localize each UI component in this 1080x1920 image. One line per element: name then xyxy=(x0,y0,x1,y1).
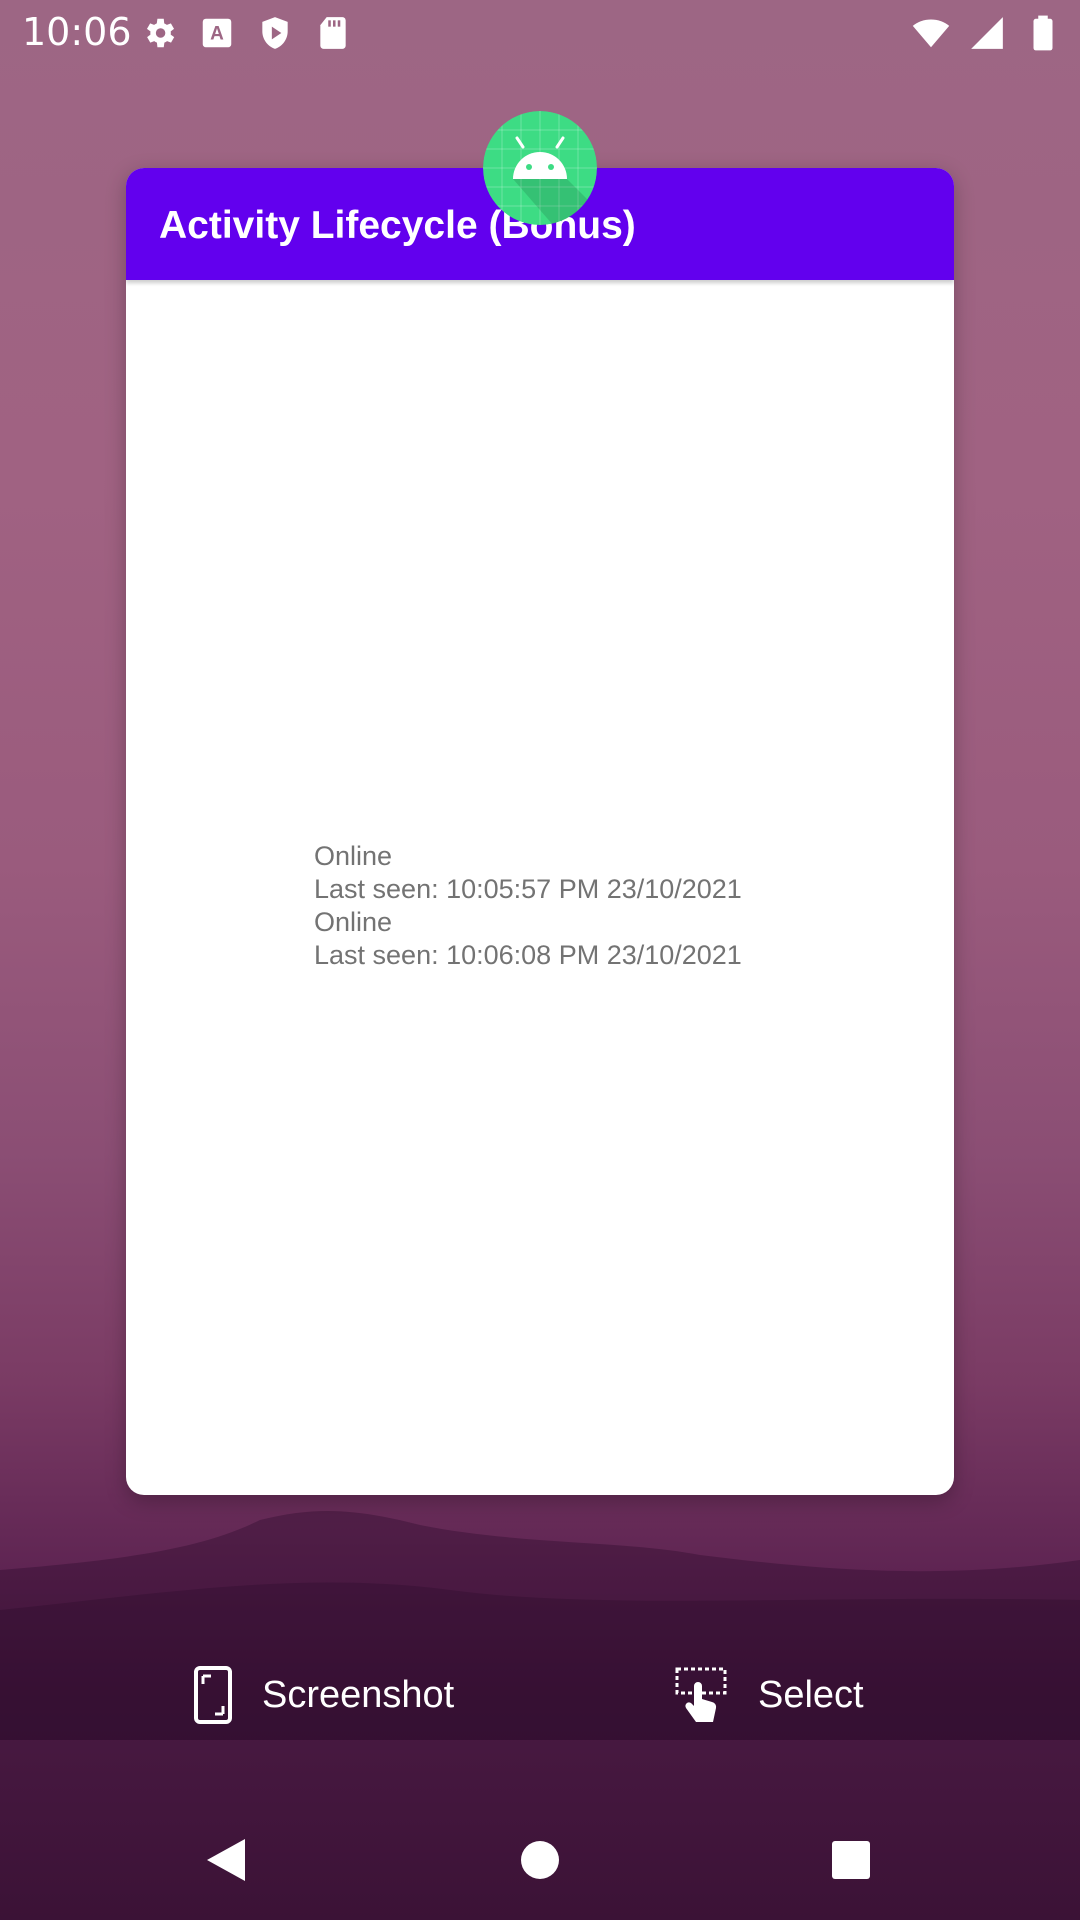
back-icon xyxy=(207,1839,245,1881)
screenshot-button[interactable]: Screenshot xyxy=(194,1650,454,1740)
log-line: Online xyxy=(314,907,393,937)
home-icon xyxy=(521,1841,559,1879)
select-icon xyxy=(675,1667,727,1722)
back-button[interactable] xyxy=(196,1830,256,1890)
log-line: Last seen: 10:06:08 PM 23/10/2021 xyxy=(314,940,742,970)
home-button[interactable] xyxy=(510,1830,570,1890)
screenshot-icon xyxy=(194,1666,232,1724)
app-icon[interactable] xyxy=(483,111,597,225)
status-bar: 10:06 A xyxy=(0,0,1080,63)
sd-card-icon xyxy=(320,17,346,49)
recents-icon xyxy=(832,1841,870,1879)
status-time: 10:06 xyxy=(22,10,132,54)
log-line: Online xyxy=(314,841,393,871)
svg-text:A: A xyxy=(210,23,224,44)
font-icon: A xyxy=(202,18,232,48)
navigation-bar xyxy=(0,1800,1080,1920)
status-log: Online Last seen: 10:05:57 PM 23/10/2021… xyxy=(314,840,742,972)
log-line: Last seen: 10:05:57 PM 23/10/2021 xyxy=(314,874,742,904)
app-preview-card[interactable]: Activity Lifecycle (Bonus) Online Last s… xyxy=(126,168,954,1495)
wifi-icon xyxy=(912,19,950,48)
settings-icon xyxy=(146,18,175,48)
overview-actions: Screenshot Select xyxy=(0,1650,1080,1740)
screenshot-label: Screenshot xyxy=(262,1673,455,1716)
battery-icon xyxy=(1033,15,1053,51)
shield-icon xyxy=(262,17,288,49)
select-label: Select xyxy=(758,1673,864,1716)
recents-button[interactable] xyxy=(821,1830,881,1890)
signal-icon xyxy=(971,17,1003,49)
select-button[interactable]: Select xyxy=(674,1650,864,1740)
android-icon xyxy=(483,111,597,225)
